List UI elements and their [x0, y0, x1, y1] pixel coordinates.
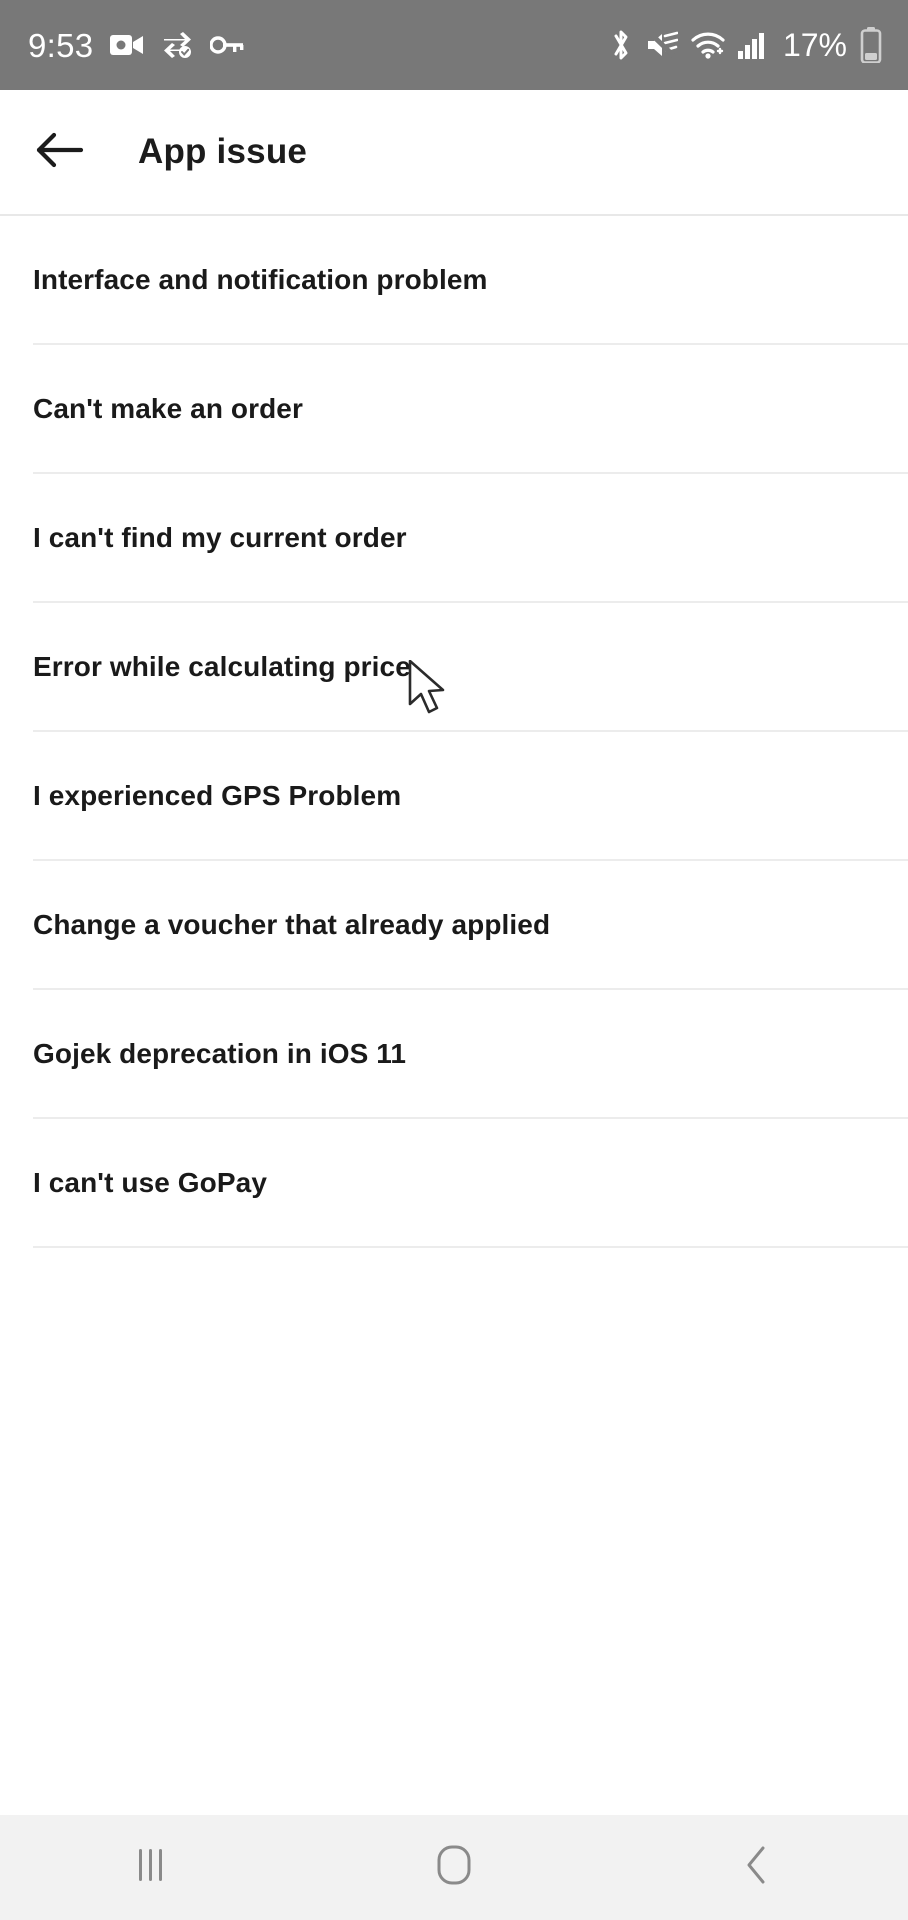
list-item-label: Interface and notification problem: [33, 263, 488, 295]
page-title: App issue: [138, 132, 308, 171]
battery-low-icon: [860, 27, 882, 63]
status-time: 9:53: [28, 26, 94, 64]
battery-percent-label: 17%: [782, 27, 847, 63]
status-bar-left: 9:53: [28, 29, 244, 62]
list-item[interactable]: I can't find my current order: [0, 474, 908, 601]
list-item-label: I can't use GoPay: [33, 1166, 267, 1198]
app-header: App issue: [0, 90, 908, 216]
status-bar: 9:53 17%: [0, 0, 908, 90]
bluetooth-icon: [609, 29, 633, 61]
phone-screen: 9:53 17% App issue Interface and notific…: [0, 0, 908, 1920]
back-button[interactable]: [28, 121, 90, 183]
list-item[interactable]: Interface and notification problem: [0, 216, 908, 343]
list-item[interactable]: Can't make an order: [0, 345, 908, 472]
video-camera-icon: [110, 32, 144, 58]
list-item-label: Error while calculating price: [33, 650, 411, 682]
list-item-label: I can't find my current order: [33, 521, 407, 553]
back-arrow-icon: [34, 130, 84, 175]
status-bar-right: 17%: [609, 27, 882, 63]
list-item-label: Can't make an order: [33, 392, 303, 424]
nav-recents-button[interactable]: [76, 1815, 226, 1920]
cellular-signal-icon: [737, 31, 768, 59]
list-item-label: Gojek deprecation in iOS 11: [33, 1037, 407, 1069]
list-item-label: Change a voucher that already applied: [33, 908, 551, 940]
recents-icon: [134, 1845, 168, 1890]
volume-mute-icon: [646, 31, 678, 59]
issue-list: Interface and notification problem Can't…: [0, 216, 908, 1815]
list-divider: [33, 1246, 908, 1248]
data-sync-icon: [161, 31, 193, 59]
list-item[interactable]: Error while calculating price: [0, 603, 908, 730]
list-item-label: I experienced GPS Problem: [33, 779, 402, 811]
wifi-icon: [691, 31, 725, 59]
nav-back-button[interactable]: [682, 1815, 832, 1920]
nav-home-button[interactable]: [379, 1815, 529, 1920]
list-item[interactable]: Change a voucher that already applied: [0, 861, 908, 988]
android-nav-bar: [0, 1815, 908, 1920]
list-item[interactable]: Gojek deprecation in iOS 11: [0, 990, 908, 1117]
vpn-key-icon: [210, 35, 244, 55]
home-icon: [435, 1843, 473, 1892]
back-chevron-icon: [742, 1844, 772, 1891]
list-item[interactable]: I can't use GoPay: [0, 1119, 908, 1246]
list-item[interactable]: I experienced GPS Problem: [0, 732, 908, 859]
